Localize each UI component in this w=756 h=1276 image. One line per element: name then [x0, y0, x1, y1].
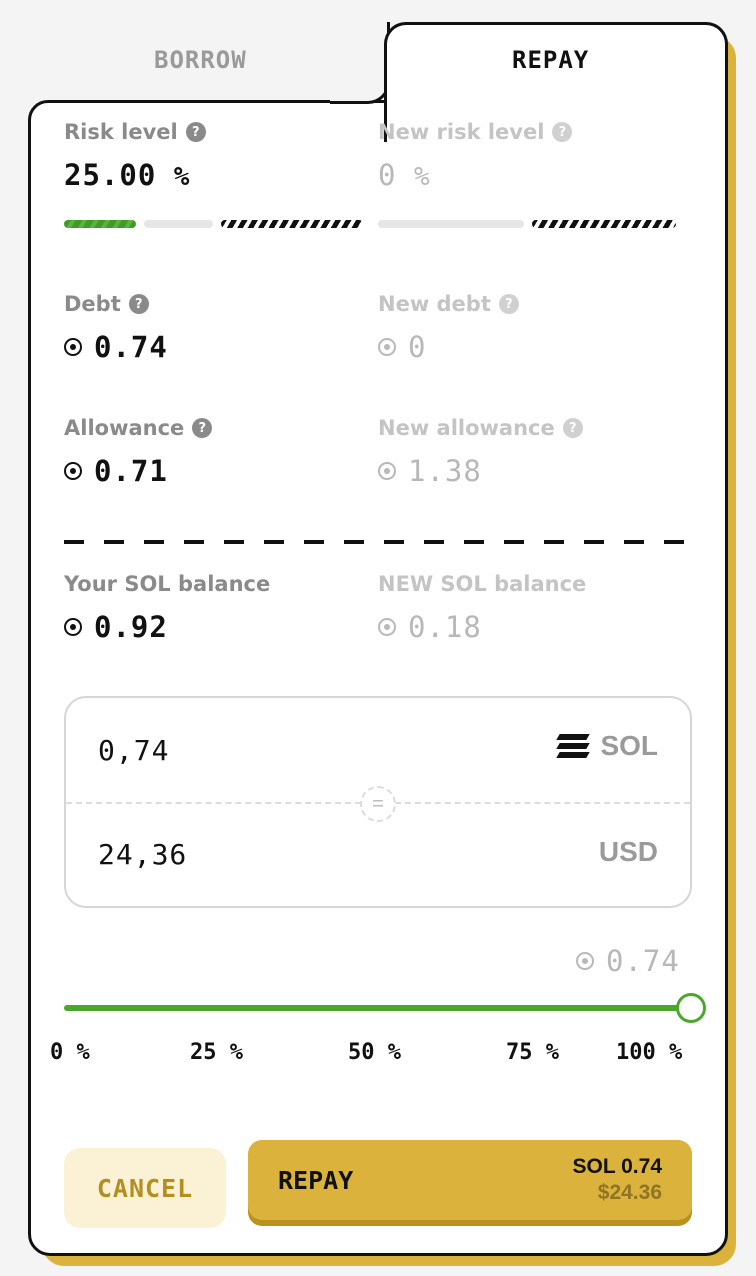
debt-number: 0.74: [94, 330, 168, 364]
debt-label-text: Debt: [64, 292, 121, 316]
risk-bar-high: [221, 220, 363, 228]
slider-tick-50[interactable]: 50 %: [348, 1040, 401, 1065]
sol-coin-icon: [64, 462, 82, 480]
sol-currency-label: SOL: [600, 730, 658, 761]
new-debt-label: New debt ?: [378, 292, 519, 316]
sol-balance-label-text: Your SOL balance: [64, 572, 271, 596]
equals-icon: =: [360, 786, 396, 822]
new-risk-bar-mid: [378, 220, 524, 228]
allowance-number: 0.71: [94, 454, 168, 488]
repay-card: [28, 100, 728, 1256]
new-risk-level-value: 0 %: [378, 158, 430, 192]
amount-converter: 0,74 SOL = 24,36 USD: [64, 696, 692, 908]
sol-currency: SOL: [556, 730, 658, 762]
repay-button[interactable]: REPAY SOL 0.74 $24.36: [248, 1140, 692, 1220]
section-divider: [64, 540, 686, 544]
help-icon[interactable]: ?: [562, 418, 583, 438]
new-risk-level-label: New risk level ?: [378, 120, 573, 144]
usd-amount-input[interactable]: 24,36: [98, 838, 187, 871]
slider-amount: 0.74: [576, 944, 680, 978]
sol-amount-input[interactable]: 0,74: [98, 734, 169, 767]
new-debt-value: 0: [378, 330, 426, 364]
new-sol-balance-number: 0.18: [408, 610, 482, 644]
sol-balance-label: Your SOL balance: [64, 572, 270, 596]
new-allowance-value: 1.38: [378, 454, 482, 488]
risk-bar-low: [64, 220, 136, 228]
repay-button-label: REPAY: [278, 1165, 354, 1195]
debt-value: 0.74: [64, 330, 168, 364]
slider-tick-25[interactable]: 25 %: [190, 1040, 243, 1065]
help-icon[interactable]: ?: [185, 122, 206, 142]
risk-level-unit: %: [173, 162, 190, 192]
new-debt-label-text: New debt: [378, 292, 491, 316]
new-allowance-label-text: New allowance: [378, 416, 555, 440]
allowance-value: 0.71: [64, 454, 168, 488]
debt-label: Debt ?: [64, 292, 149, 316]
risk-level-label-text: Risk level: [64, 120, 178, 144]
cancel-button[interactable]: CANCEL: [64, 1148, 226, 1228]
help-icon[interactable]: ?: [192, 418, 213, 438]
help-icon[interactable]: ?: [552, 122, 573, 142]
solana-logo-icon: [556, 734, 591, 758]
risk-bar-mid: [144, 220, 213, 228]
tab-repay[interactable]: REPAY: [512, 46, 589, 74]
sol-coin-icon: [64, 618, 82, 636]
help-icon[interactable]: ?: [128, 294, 149, 314]
slider-amount-number: 0.74: [606, 944, 680, 978]
sol-coin-icon: [378, 338, 396, 356]
slider-tick-0[interactable]: 0 %: [50, 1040, 90, 1065]
repay-button-usd: $24.36: [597, 1181, 662, 1204]
repay-button-sol: SOL 0.74: [572, 1155, 663, 1178]
repay-slider-track[interactable]: [64, 1005, 692, 1011]
sol-coin-icon: [576, 952, 594, 970]
new-allowance-label: New allowance ?: [378, 416, 583, 440]
sol-coin-icon: [378, 618, 396, 636]
new-risk-bar-high: [532, 220, 676, 228]
new-risk-level-number: 0: [378, 158, 397, 192]
usd-currency-label: USD: [598, 836, 658, 867]
new-sol-balance-value: 0.18: [378, 610, 482, 644]
slider-tick-75[interactable]: 75 %: [506, 1040, 559, 1065]
risk-level-number: 25.00: [64, 158, 157, 192]
risk-level-value: 25.00 %: [64, 158, 189, 192]
tab-borrow[interactable]: BORROW: [154, 46, 247, 74]
sol-balance-value: 0.92: [64, 610, 168, 644]
new-debt-number: 0: [408, 330, 427, 364]
repay-button-amounts: SOL 0.74 $24.36: [573, 1155, 663, 1205]
risk-level-label: Risk level ?: [64, 120, 206, 144]
new-risk-level-unit: %: [413, 162, 430, 192]
repay-slider-handle[interactable]: [676, 993, 706, 1023]
allowance-label-text: Allowance: [64, 416, 185, 440]
help-icon[interactable]: ?: [498, 294, 519, 314]
new-risk-level-label-text: New risk level: [378, 120, 545, 144]
sol-balance-number: 0.92: [94, 610, 168, 644]
new-sol-balance-label-text: NEW SOL balance: [378, 572, 587, 596]
tab-borrow-edge: [330, 22, 390, 104]
new-sol-balance-label: NEW SOL balance: [378, 572, 586, 596]
slider-tick-100[interactable]: 100 %: [616, 1040, 682, 1065]
allowance-label: Allowance ?: [64, 416, 213, 440]
sol-coin-icon: [378, 462, 396, 480]
repay-slider-fill: [64, 1005, 692, 1011]
new-allowance-number: 1.38: [408, 454, 482, 488]
sol-coin-icon: [64, 338, 82, 356]
tab-repay-mask: [387, 96, 725, 108]
